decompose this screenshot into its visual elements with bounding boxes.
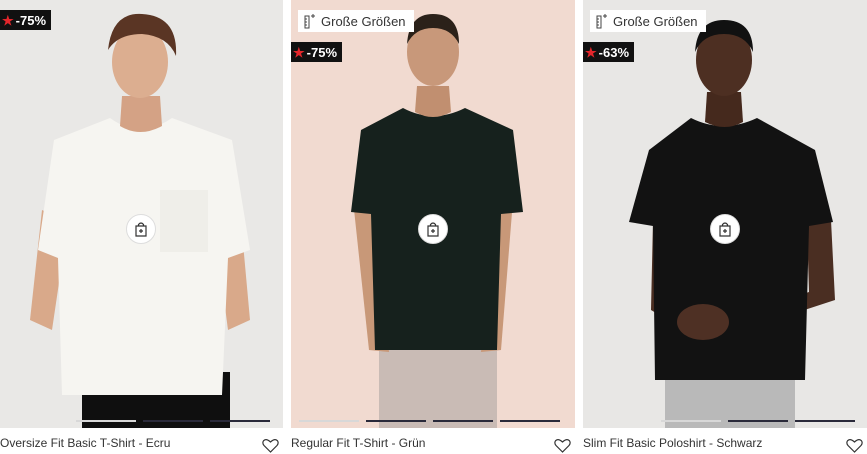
product-card[interactable]: ★ -75% Oversize Fit Basic T-Shirt - Ecru bbox=[0, 0, 283, 454]
star-icon: ★ bbox=[2, 12, 14, 28]
add-to-cart-button[interactable] bbox=[418, 214, 448, 244]
carousel-dot[interactable] bbox=[795, 420, 855, 422]
shopping-bag-plus-icon bbox=[719, 222, 731, 237]
carousel-dot[interactable] bbox=[728, 420, 788, 422]
carousel-dot[interactable] bbox=[76, 420, 136, 422]
carousel-dot[interactable] bbox=[210, 420, 270, 422]
size-badge: Große Größen bbox=[590, 10, 706, 32]
carousel-dot[interactable] bbox=[366, 420, 426, 422]
add-to-cart-button[interactable] bbox=[126, 214, 156, 244]
carousel-dot[interactable] bbox=[299, 420, 359, 422]
product-image[interactable]: Große Größen ★ -63% bbox=[583, 0, 867, 428]
image-carousel-indicator[interactable] bbox=[661, 420, 855, 423]
product-image[interactable]: Große Größen ★ -75% bbox=[291, 0, 575, 428]
product-card[interactable]: Große Größen ★ -63% Slim Fit Basic Polos… bbox=[583, 0, 867, 454]
product-title[interactable]: Slim Fit Basic Poloshirt - Schwarz bbox=[583, 436, 762, 450]
discount-value: -75% bbox=[15, 12, 47, 28]
product-image[interactable]: ★ -75% bbox=[0, 0, 283, 428]
product-card[interactable]: Große Größen ★ -75% Regular Fit T-Shirt … bbox=[291, 0, 575, 454]
carousel-dot[interactable] bbox=[433, 420, 493, 422]
shopping-bag-plus-icon bbox=[427, 222, 439, 237]
carousel-dot[interactable] bbox=[661, 420, 721, 422]
image-carousel-indicator[interactable] bbox=[299, 420, 560, 423]
size-badge-label: Große Größen bbox=[613, 13, 698, 29]
heart-outline-icon[interactable] bbox=[262, 438, 279, 453]
ruler-plus-icon bbox=[596, 14, 607, 29]
ruler-plus-icon bbox=[304, 14, 315, 29]
heart-outline-icon[interactable] bbox=[554, 438, 571, 453]
product-title[interactable]: Regular Fit T-Shirt - Grün bbox=[291, 436, 425, 450]
discount-badge: ★ -75% bbox=[291, 42, 343, 62]
discount-value: -63% bbox=[598, 44, 630, 60]
product-title[interactable]: Oversize Fit Basic T-Shirt - Ecru bbox=[0, 436, 170, 450]
discount-badge: ★ -63% bbox=[583, 42, 635, 62]
carousel-dot[interactable] bbox=[143, 420, 203, 422]
image-carousel-indicator[interactable] bbox=[76, 420, 270, 423]
star-icon: ★ bbox=[293, 44, 305, 60]
heart-outline-icon[interactable] bbox=[846, 438, 863, 453]
discount-badge: ★ -75% bbox=[0, 10, 52, 30]
star-icon: ★ bbox=[585, 44, 597, 60]
size-badge: Große Größen bbox=[298, 10, 414, 32]
size-badge-label: Große Größen bbox=[321, 13, 406, 29]
discount-value: -75% bbox=[306, 44, 338, 60]
carousel-dot[interactable] bbox=[500, 420, 560, 422]
shopping-bag-plus-icon bbox=[135, 222, 147, 237]
add-to-cart-button[interactable] bbox=[710, 214, 740, 244]
